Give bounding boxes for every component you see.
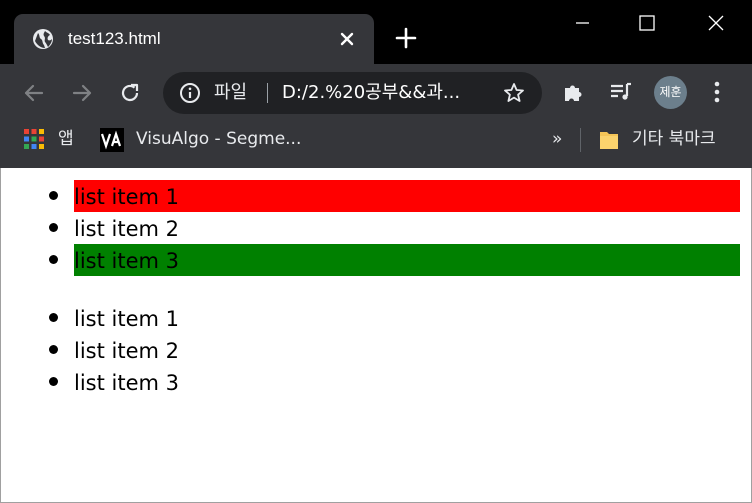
browser-tab[interactable]: test123.html <box>14 14 374 64</box>
list-item: list item 1 <box>1 302 752 334</box>
list-item-box: list item 2 <box>74 334 740 366</box>
visualgo-icon <box>100 128 124 152</box>
media-queue-icon[interactable] <box>608 79 634 105</box>
url-text[interactable]: D:/2.%20공부&&과... <box>282 82 487 104</box>
list-item-text: list item 1 <box>74 307 179 331</box>
list-item: list item 3 <box>1 366 752 398</box>
apps-grid-icon[interactable] <box>24 129 44 149</box>
bookmarks-divider <box>580 128 581 152</box>
back-arrow-icon[interactable] <box>21 80 47 106</box>
bullet-icon <box>49 313 58 322</box>
list-item: list item 2 <box>1 334 752 366</box>
extensions-puzzle-icon[interactable] <box>561 79 587 105</box>
bookmarks-overflow-button[interactable]: » <box>552 128 562 150</box>
address-bar[interactable]: 파일 D:/2.%20공부&&과... <box>163 72 542 114</box>
bullet-icon <box>49 377 58 386</box>
menu-dots-icon[interactable] <box>704 79 730 105</box>
address-divider <box>267 83 268 103</box>
page-viewport: list item 1 list item 2 list item 3 list… <box>0 168 752 503</box>
plain-list: list item 1 list item 2 list item 3 <box>1 302 752 398</box>
list-item-box: list item 2 <box>74 212 740 244</box>
bullet-icon <box>49 223 58 232</box>
list-item-text: list item 1 <box>74 185 179 209</box>
globe-icon <box>32 28 54 50</box>
bookmark-apps[interactable]: 앱 <box>58 128 74 150</box>
folder-icon <box>599 129 619 151</box>
bookmark-visualgo[interactable]: VisuAlgo - Segme... <box>136 128 301 150</box>
bullet-icon <box>49 255 58 264</box>
title-bar: test123.html <box>0 0 752 64</box>
tab-close-icon[interactable] <box>336 28 358 50</box>
info-icon[interactable] <box>179 82 201 104</box>
maximize-icon[interactable] <box>623 0 671 46</box>
bookmark-star-icon[interactable] <box>503 82 525 104</box>
forward-arrow-icon[interactable] <box>69 80 95 106</box>
tab-title: test123.html <box>68 29 161 48</box>
list-item-box: list item 3 <box>74 244 740 276</box>
bookmark-other-folder[interactable]: 기타 북마크 <box>632 128 716 150</box>
list-item-box: list item 1 <box>74 180 740 212</box>
minimize-icon[interactable] <box>558 0 606 46</box>
browser-toolbar: 파일 D:/2.%20공부&&과... 제훈 <box>0 64 752 120</box>
bookmarks-bar: 앱 VisuAlgo - Segme... » 기타 북마크 <box>0 120 752 168</box>
scheme-label: 파일 <box>214 82 248 103</box>
list-item-text: list item 3 <box>74 371 179 395</box>
list-item: list item 2 <box>1 212 752 244</box>
list-item-box: list item 3 <box>74 366 740 398</box>
bullet-icon <box>49 191 58 200</box>
profile-avatar[interactable]: 제훈 <box>654 76 687 109</box>
highlighted-list: list item 1 list item 2 list item 3 <box>1 180 752 276</box>
list-item-text: list item 2 <box>74 339 179 363</box>
window-close-icon[interactable] <box>692 0 740 46</box>
bullet-icon <box>49 345 58 354</box>
list-item-text: list item 3 <box>74 249 179 273</box>
reload-icon[interactable] <box>117 80 143 106</box>
list-item: list item 1 <box>1 180 752 212</box>
new-tab-icon[interactable] <box>394 26 418 50</box>
list-item: list item 3 <box>1 244 752 276</box>
list-item-text: list item 2 <box>74 217 179 241</box>
list-item-box: list item 1 <box>74 302 740 334</box>
